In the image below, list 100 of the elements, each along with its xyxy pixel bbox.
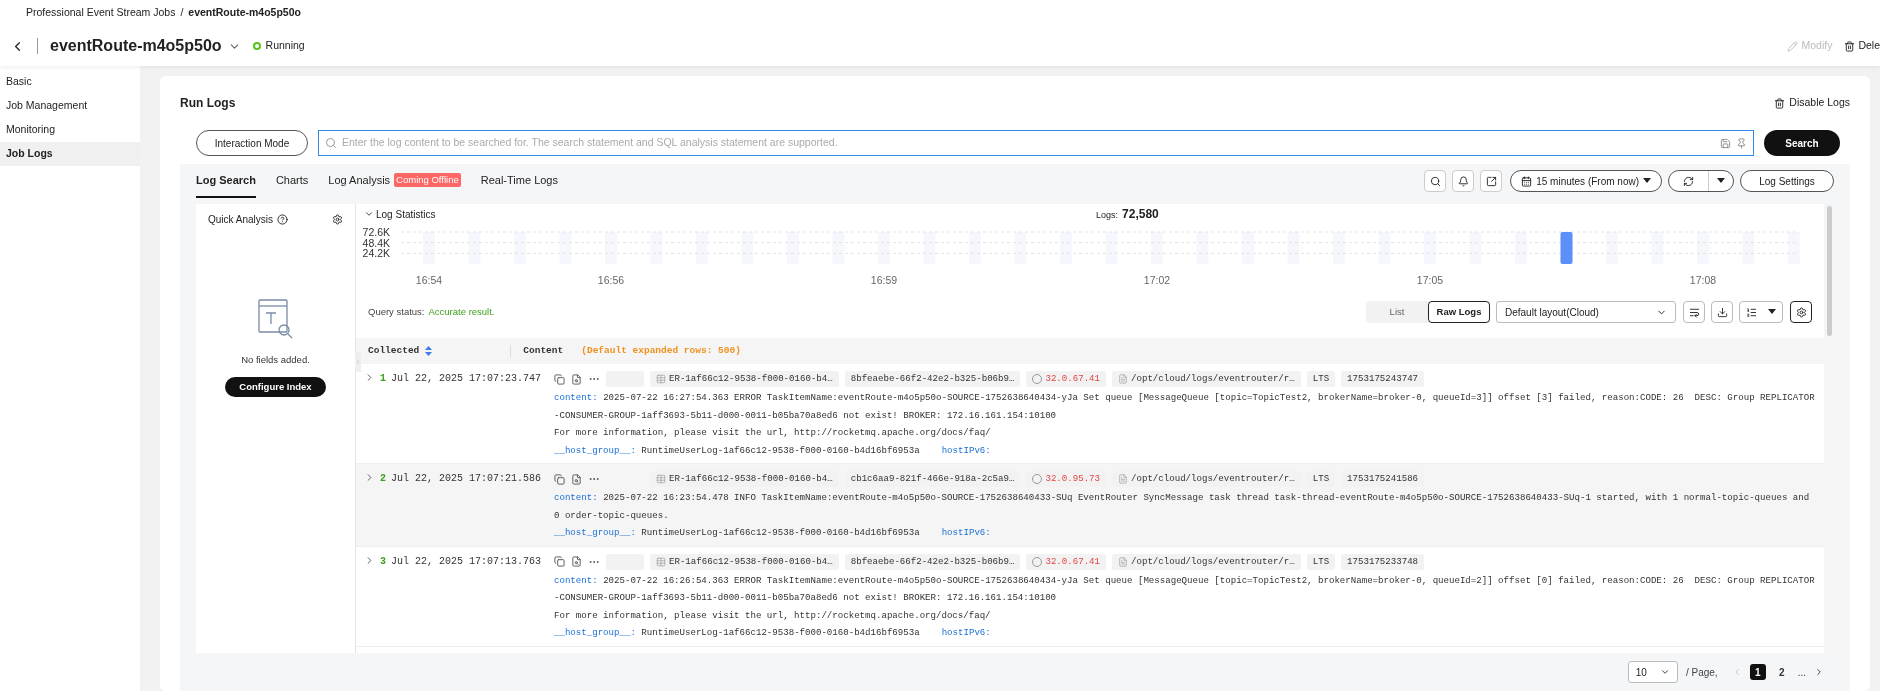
field-label: hostIPv6: — [941, 526, 991, 540]
log-count: 72,580 — [1122, 206, 1159, 223]
host-group-field: __host_group__: RuntimeUserLog-1af66c12-9538-f000-0160-b4d16bf6953a — [554, 624, 920, 642]
page-title: Run Logs — [180, 95, 236, 112]
section-title: Log Statistics — [376, 207, 436, 222]
log-tag: 8bfeaebe-66f2-42e2-b325-b06b9… — [844, 371, 1021, 387]
file-icon — [1118, 556, 1128, 567]
search-icon[interactable] — [1424, 170, 1447, 192]
log-time: Jul 22, 2025 17:07:23.747 — [391, 372, 542, 386]
log-tag: /opt/cloud/logs/eventrouter/r… — [1112, 371, 1301, 387]
collapse-icon[interactable] — [364, 209, 374, 219]
page-ellipsis: ... — [1797, 665, 1806, 680]
column-hint: (Default expanded rows: 500) — [581, 343, 741, 358]
log-tag: ER-1af66c12-9538-f000-0160-b4… — [650, 553, 839, 570]
file-icon — [1118, 374, 1128, 384]
log-content: content: 2025-07-22 16:26:54.363 ERROR TaskItemName:eventRoute-m4o5p50o-SOURCE-1752638640434-yJa Set queue [MessageQueue [topic=TopicTest2, brokerName=broker-0, queueId=2]] offset [0] failed, reason:CODE: 26 DESC: Group REPLICATOR-CONSUMER-GROUP-1aff3693-5b11-d000-0011-b05ba70a8ed6 not exist! BROKER: 172.16.161.154:10100 — [554, 573, 1816, 605]
sidebar-item[interactable]: Monitoring — [0, 118, 140, 142]
page-button[interactable]: 2 — [1773, 664, 1790, 681]
sort-icon[interactable] — [425, 346, 433, 356]
log-content: For more information, please visit the url, http://rocketmq.apache.org/docs/faq/ — [554, 426, 992, 440]
column-header: Collected — [368, 343, 420, 358]
view-toggle[interactable]: Raw Logs — [1428, 301, 1490, 323]
caret-icon — [1643, 178, 1651, 184]
wrap-icon[interactable] — [1683, 301, 1705, 323]
search-input[interactable]: Enter the log content to be searched for. The search statement and SQL analysis statement are supported. — [342, 135, 1715, 151]
log-settings-button[interactable]: Log Settings — [1740, 170, 1834, 192]
disable-logs-button[interactable]: Disable Logs — [1774, 95, 1850, 111]
log-tag: /opt/cloud/logs/eventrouter/r… — [1112, 553, 1301, 570]
list-icon — [1745, 306, 1757, 318]
sidebar-item[interactable]: Job Management — [0, 94, 140, 118]
calendar-icon — [1521, 175, 1533, 187]
help-icon[interactable] — [277, 214, 289, 225]
search-field[interactable]: Enter the log content to be searched for. The search statement and SQL analysis statement are supported. — [318, 130, 1754, 156]
log-tag: 32.0.67.41 — [1026, 371, 1106, 387]
trash-icon — [1774, 97, 1786, 109]
page-button[interactable]: 1 — [1749, 664, 1766, 681]
external-link-icon[interactable] — [1480, 170, 1503, 192]
row-number: 2 — [380, 472, 386, 486]
breadcrumb-separator: / — [180, 5, 184, 21]
time-range-button[interactable]: 15 minutes (From now) — [1510, 170, 1662, 192]
log-tag: 32.0.67.41 — [1026, 553, 1106, 570]
settings-icon[interactable] — [332, 214, 343, 225]
page-size-select[interactable]: 10 — [1627, 661, 1678, 684]
x-tick-label: 16:59 — [870, 274, 898, 286]
log-tag: 1753175233748 — [1341, 553, 1425, 570]
configure-index-button[interactable]: Configure Index — [225, 377, 326, 398]
tab[interactable]: Real-Time Logs — [480, 164, 558, 198]
tab[interactable]: Log Analysis Coming Offline — [328, 164, 461, 198]
tab[interactable]: Log Search — [196, 164, 256, 198]
log-time: Jul 22, 2025 17:07:13.763 — [391, 554, 542, 569]
count-label: Logs: — [1096, 209, 1119, 222]
pin-icon[interactable] — [1736, 137, 1747, 149]
document-search-icon[interactable] — [571, 473, 582, 485]
document-search-icon[interactable] — [571, 556, 582, 567]
breadcrumb-current: eventRoute-m4o5p50o — [188, 5, 301, 21]
sidebar-item[interactable]: Basic — [0, 70, 140, 94]
file-icon — [1118, 474, 1128, 484]
copy-icon[interactable] — [554, 473, 565, 485]
y-tick-label: 72.6K — [362, 226, 390, 238]
breadcrumb-link[interactable]: Professional Event Stream Jobs — [26, 5, 176, 21]
next-page-icon[interactable] — [1814, 667, 1824, 678]
bell-icon[interactable] — [1452, 170, 1475, 192]
job-title: eventRoute-m4o5p50o — [50, 36, 222, 56]
x-tick-label: 17:05 — [1416, 274, 1444, 286]
page-size-label: / Page, — [1685, 665, 1718, 680]
refresh-icon — [1683, 175, 1694, 187]
column-header: Content — [523, 343, 564, 358]
action-button[interactable]: Dele — [1844, 38, 1880, 54]
status-icon — [252, 42, 261, 50]
download-icon[interactable] — [1711, 301, 1733, 323]
log-content: content: 2025-07-22 16:27:54.363 ERROR TaskItemName:eventRoute-m4o5p50o-SOURCE-1752638640434-yJa Set queue [MessageQueue [topic=TopicTest2, brokerName=broker-0, queueId=3]] offset [3] failed, reason:CODE: 26 DESC: Group REPLICATOR-CONSUMER-GROUP-1aff3693-5b11-d000-0011-b05ba70a8ed6 not exist! BROKER: 172.16.161.154:10100 — [554, 391, 1816, 423]
copy-icon[interactable] — [554, 556, 565, 567]
host-group-field: __host_group__: RuntimeUserLog-1af66c12-9538-f000-0160-b4d16bf6953a — [554, 441, 920, 459]
sidebar-item[interactable]: Job Logs — [0, 142, 140, 166]
empty-index-icon — [257, 299, 294, 339]
collapse-handle[interactable] — [355, 352, 361, 372]
settings-icon[interactable] — [1790, 301, 1812, 323]
log-content: For more information, please visit the url, http://rocketmq.apache.org/docs/faq/ — [554, 608, 992, 623]
search-button[interactable]: Search — [1764, 130, 1840, 156]
pencil-icon — [1787, 40, 1799, 52]
log-content: content: 2025-07-22 16:23:54.478 INFO TaskItemName:eventRoute-m4o5p50o-SOURCE-1752638640433-SUq EventRouter SyncMessage task thread task-thread-eventRoute-m4o5p50o-SOURCE-1752638640433-SUq-1 started, with 1 normal-topic-queues and 0 order-topic-queues. — [554, 491, 1811, 523]
y-tick-label: 24.2K — [362, 247, 390, 260]
status-text: Running — [265, 38, 305, 54]
view-toggle[interactable]: List — [1366, 301, 1428, 323]
log-tag: LTS — [1306, 553, 1336, 570]
tab[interactable]: Charts — [275, 164, 309, 198]
log-time: Jul 22, 2025 17:07:21.586 — [391, 472, 542, 486]
x-tick-label: 17:02 — [1143, 274, 1171, 286]
sort-options-button[interactable] — [1739, 301, 1783, 323]
caret-icon — [1768, 309, 1777, 315]
document-search-icon[interactable] — [571, 373, 582, 385]
empty-message: No fields added. — [241, 353, 310, 367]
x-tick-label: 16:56 — [597, 274, 625, 286]
save-icon[interactable] — [1720, 137, 1731, 149]
copy-icon[interactable] — [554, 373, 565, 385]
panel-title: Quick Analysis — [208, 213, 274, 227]
y-tick-label: 48.4K — [362, 236, 390, 249]
caret-icon — [1717, 178, 1725, 184]
layout-select[interactable]: Default layout(Cloud) — [1496, 301, 1676, 323]
grid-icon — [656, 556, 666, 567]
